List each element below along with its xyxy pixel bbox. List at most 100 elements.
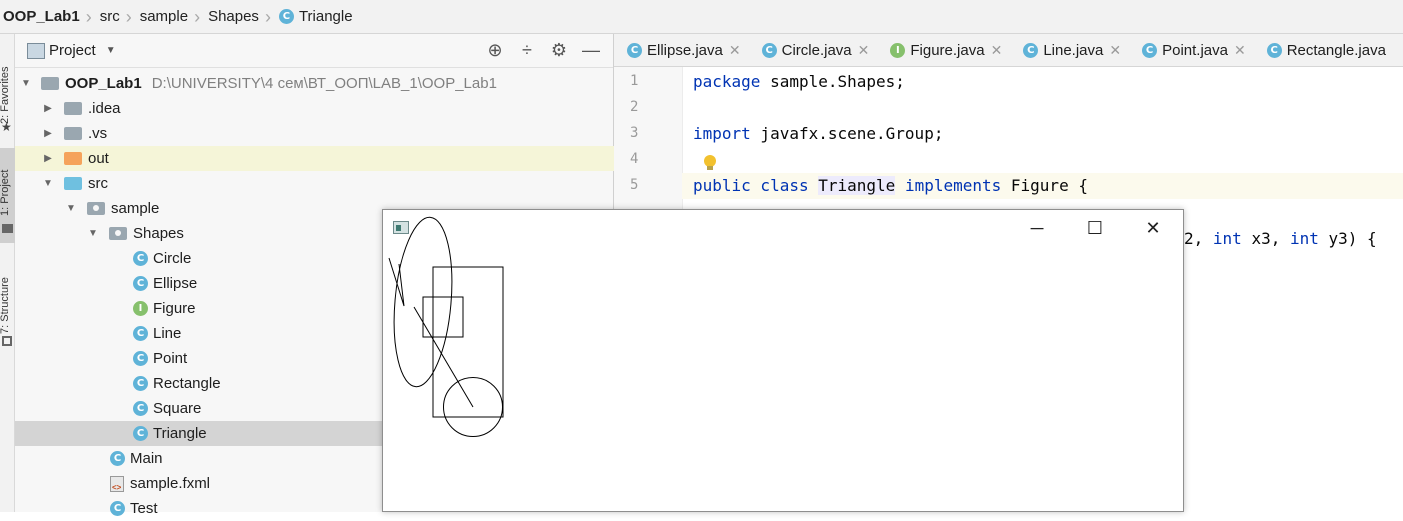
drawn-rectangle [432, 266, 504, 418]
code-text: javafx.scene.Group; [750, 124, 944, 143]
tree-item-label: .idea [88, 100, 121, 117]
tab-label: Figure.java [910, 41, 985, 59]
folder-icon [2, 224, 13, 233]
class-icon: C [133, 351, 148, 366]
class-icon: C [1266, 42, 1282, 58]
tab-project-label: 1: Project [0, 169, 11, 216]
code-keyword: package [693, 72, 761, 91]
project-panel-header: Project ▼ ⊕ ÷ ⚙ — [15, 34, 613, 68]
close-icon[interactable]: ✕ [729, 42, 741, 59]
tree-item-label: Point [153, 350, 188, 367]
chevron-right-icon: › [85, 6, 92, 27]
tree-item-label: Figure [153, 300, 196, 317]
tree-item-idea[interactable]: ▶ .idea [15, 96, 614, 121]
interface-icon: I [133, 301, 148, 316]
collapse-icon[interactable]: ÷ [511, 40, 543, 61]
run-class-icon: C [110, 451, 125, 466]
structure-icon [2, 336, 12, 346]
source-folder-icon [64, 177, 82, 190]
code-line-partial: 2, int x3, int y3) { [1184, 229, 1377, 248]
tab-figure-java[interactable]: I Figure.java ✕ [877, 34, 1010, 66]
code-line-3: import javafx.scene.Group; [693, 124, 943, 143]
tab-point-java[interactable]: C Point.java ✕ [1129, 34, 1254, 66]
chevron-right-icon: › [264, 6, 271, 27]
app-window[interactable]: ─ ☐ ✕ [382, 209, 1184, 512]
code-keyword: import [693, 124, 751, 143]
tab-label: Circle.java [781, 41, 852, 59]
project-path: D:\UNIVERSITY\4 сем\ВТ_ООП\LAB_1\OOP_Lab… [151, 75, 497, 92]
tab-line-java[interactable]: C Line.java ✕ [1010, 34, 1129, 66]
drawn-square [422, 296, 464, 338]
tab-label: Ellipse.java [647, 41, 723, 59]
tree-item-label: out [88, 150, 109, 167]
class-icon: C [133, 401, 148, 416]
tree-item-label: Rectangle [153, 375, 221, 392]
tool-window-strip: 2: Favorites ★ 1: Project 7: Structure [0, 34, 15, 512]
tree-item-out[interactable]: ▶ out [15, 146, 614, 171]
class-icon: C [1023, 42, 1039, 58]
fxml-file-icon: <> [110, 475, 124, 492]
project-panel-title[interactable]: Project [49, 42, 96, 59]
close-icon[interactable]: ✕ [1234, 42, 1246, 59]
close-icon[interactable]: ✕ [991, 42, 1003, 59]
breadcrumb-src[interactable]: src [97, 8, 120, 25]
code-class-name: Triangle [818, 176, 896, 195]
code-keyword: public class [693, 176, 809, 195]
tree-item-label: Circle [153, 250, 192, 267]
tree-item-label: sample [111, 200, 160, 217]
code-text: sample.Shapes; [760, 72, 905, 91]
chevron-down-icon[interactable]: ▼ [106, 45, 116, 56]
close-icon[interactable]: ✕ [1109, 42, 1121, 59]
close-icon[interactable]: ✕ [858, 42, 870, 59]
tab-rectangle-java[interactable]: C Rectangle.java [1254, 34, 1394, 66]
breadcrumb-sample[interactable]: sample [137, 8, 188, 25]
minimize-icon[interactable]: — [575, 40, 607, 61]
class-icon: C [278, 9, 294, 24]
expand-arrow-icon: ▼ [88, 228, 98, 239]
tab-favorites-label: 2: Favorites [0, 66, 11, 124]
folder-icon [64, 127, 82, 140]
tab-circle-java[interactable]: C Circle.java ✕ [749, 34, 878, 66]
tree-item-label: Shapes [133, 225, 184, 242]
drawn-line [413, 306, 474, 408]
tab-label: Point.java [1162, 41, 1228, 59]
class-icon: C [761, 42, 777, 58]
interface-icon: I [890, 42, 906, 58]
package-icon [87, 202, 105, 215]
line-number: 4 [630, 151, 639, 167]
tab-structure-label: 7: Structure [0, 277, 11, 334]
locate-icon[interactable]: ⊕ [479, 40, 511, 61]
tab-label: Line.java [1043, 41, 1104, 59]
editor-tabs: C Ellipse.java ✕ C Circle.java ✕ I Figur… [614, 34, 1403, 67]
code-line-5: public class Triangle implements Figure … [693, 176, 1088, 195]
module-folder-icon [41, 77, 59, 90]
breadcrumb-triangle[interactable]: C Triangle [276, 8, 353, 25]
code-keyword: int [1289, 229, 1319, 248]
tab-ellipse-java[interactable]: C Ellipse.java ✕ [614, 34, 749, 66]
excluded-folder-icon [64, 152, 82, 165]
tree-item-label: sample.fxml [130, 475, 211, 492]
chevron-right-icon: › [194, 6, 201, 27]
tree-item-project-root[interactable]: ▼ OOP_Lab1 D:\UNIVERSITY\4 сем\ВТ_ООП\LA… [15, 71, 614, 96]
class-icon: C [133, 376, 148, 391]
breadcrumb: OOP_Lab1 › src › sample › Shapes › C Tri… [0, 0, 1403, 34]
breadcrumb-project[interactable]: OOP_Lab1 [0, 8, 80, 25]
code-text: y3) { [1318, 229, 1377, 248]
tree-item-label: OOP_Lab1 [65, 75, 142, 92]
tree-item-src[interactable]: ▼ src [15, 171, 614, 196]
class-icon: C [627, 42, 642, 58]
gear-icon[interactable]: ⚙ [543, 40, 575, 61]
lightbulb-icon[interactable] [704, 155, 716, 170]
collapse-arrow-icon: ▶ [44, 103, 52, 114]
class-icon: C [1142, 42, 1158, 58]
tree-item-label: Test [130, 500, 158, 517]
code-text: x3, [1241, 229, 1290, 248]
tree-item-vs[interactable]: ▶ .vs [15, 121, 614, 146]
breadcrumb-shapes[interactable]: Shapes [205, 8, 259, 25]
tab-structure[interactable]: 7: Structure [0, 256, 15, 346]
folder-icon [64, 102, 82, 115]
class-icon: C [133, 276, 148, 291]
code-line-1: package sample.Shapes; [693, 72, 905, 91]
code-keyword: implements [904, 176, 1002, 195]
tree-item-label: Ellipse [153, 275, 198, 292]
